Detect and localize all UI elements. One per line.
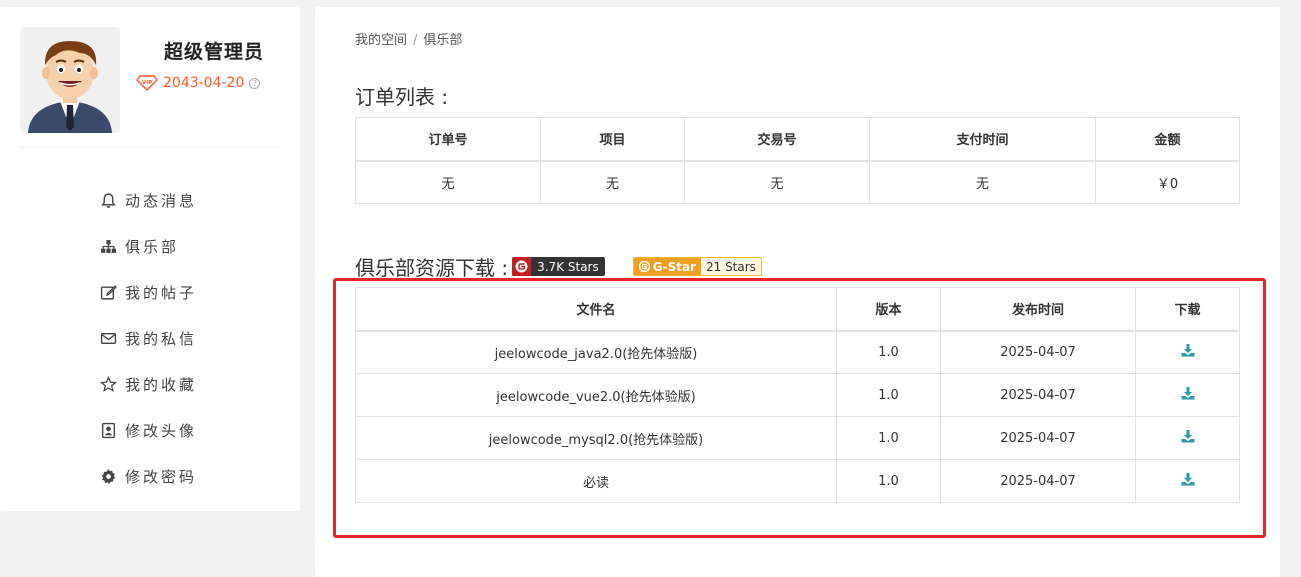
sidebar-item-label: 我的收藏	[125, 375, 198, 394]
file-name: jeelowcode_mysql2.0(抢先体验版)	[355, 416, 837, 460]
vip-status: VIP 2043-04-20 ?	[136, 73, 261, 93]
table-row: jeelowcode_java2.0(抢先体验版) 1.0 2025-04-07	[355, 330, 1240, 374]
table-cell: 无	[869, 160, 1096, 204]
table-cell: ￥0	[1095, 160, 1240, 204]
main-panel: 我的空间 / 俱乐部 订单列表 : 订单号 项目 交易号 支付时间 金额 无 无 无…	[315, 7, 1280, 577]
downloads-title-row: 俱乐部资源下载 : 3.7K Stars G-Star 21 Stars	[355, 252, 762, 281]
sidebar-item-private-messages[interactable]: 我的私信	[100, 315, 197, 361]
file-version: 1.0	[836, 373, 941, 417]
sidebar-item-club[interactable]: 俱乐部	[100, 223, 197, 269]
column-header: 订单号	[355, 117, 541, 162]
gstar-label-text: G-Star	[652, 259, 696, 274]
sidebar-item-my-posts[interactable]: 我的帖子	[100, 269, 197, 315]
download-cell	[1135, 459, 1240, 503]
file-name: jeelowcode_vue2.0(抢先体验版)	[355, 373, 837, 417]
gitee-logo-icon	[512, 257, 532, 276]
file-version: 1.0	[836, 416, 941, 460]
downloads-table: 文件名 版本 发布时间 下载 jeelowcode_java2.0(抢先体验版)…	[355, 287, 1240, 503]
sidebar-item-label: 我的帖子	[125, 283, 198, 302]
vip-expiry-date: 2043-04-20	[163, 75, 245, 91]
gear-icon	[101, 468, 116, 484]
envelope-icon	[100, 332, 117, 344]
download-cell	[1135, 330, 1240, 374]
column-header: 支付时间	[869, 117, 1096, 162]
column-header: 版本	[836, 287, 941, 332]
profile-card: 超级管理员 VIP 2043-04-20 ?	[0, 7, 300, 148]
sidebar-item-label: 修改头像	[125, 421, 198, 440]
gstar-badge[interactable]: G-Star 21 Stars	[632, 257, 762, 276]
orders-title: 订单列表 :	[355, 85, 449, 109]
download-icon[interactable]	[1181, 386, 1195, 400]
download-icon[interactable]	[1181, 472, 1195, 486]
gstar-count: 21 Stars	[700, 258, 761, 275]
breadcrumb: 我的空间 / 俱乐部	[355, 29, 462, 48]
file-date: 2025-04-07	[940, 416, 1136, 460]
column-header: 发布时间	[940, 287, 1136, 332]
table-row: 必读 1.0 2025-04-07	[355, 459, 1240, 503]
portrait-icon	[101, 422, 116, 438]
orders-table: 订单号 项目 交易号 支付时间 金额 无 无 无 无 ￥0	[355, 117, 1240, 204]
column-header: 交易号	[684, 117, 870, 162]
table-row: 无 无 无 无 ￥0	[355, 160, 1240, 204]
table-row: jeelowcode_mysql2.0(抢先体验版) 1.0 2025-04-0…	[355, 416, 1240, 460]
gitee-stars-count: 3.7K Stars	[537, 259, 599, 274]
download-cell	[1135, 416, 1240, 460]
sidebar-item-label: 我的私信	[125, 329, 198, 348]
edit-icon	[100, 284, 117, 300]
download-cell	[1135, 373, 1240, 417]
table-row: jeelowcode_vue2.0(抢先体验版) 1.0 2025-04-07	[355, 373, 1240, 417]
sidebar-item-change-password[interactable]: 修改密码	[100, 453, 197, 499]
sidebar-item-label: 动态消息	[125, 191, 198, 210]
table-cell: 无	[540, 160, 685, 204]
breadcrumb-current: 俱乐部	[423, 33, 463, 48]
column-header: 项目	[540, 117, 685, 162]
downloads-title: 俱乐部资源下载 :	[355, 256, 509, 280]
gstar-logo-icon	[638, 261, 650, 272]
sidebar-item-change-avatar[interactable]: 修改头像	[100, 407, 197, 453]
column-header: 金额	[1095, 117, 1240, 162]
vip-diamond-icon: VIP	[136, 75, 158, 91]
file-date: 2025-04-07	[940, 373, 1136, 417]
file-version: 1.0	[836, 330, 941, 374]
sitemap-icon	[101, 239, 116, 253]
sidebar-item-label: 修改密码	[125, 467, 198, 486]
download-icon[interactable]	[1181, 429, 1195, 443]
file-name: jeelowcode_java2.0(抢先体验版)	[355, 330, 837, 374]
table-header-row: 文件名 版本 发布时间 下载	[355, 287, 1240, 332]
divider	[20, 147, 280, 148]
sidebar-menu: 动态消息 俱乐部 我的帖子 我的私信 我的收藏 修改头像 修改密码	[100, 177, 197, 499]
breadcrumb-separator: /	[413, 33, 418, 48]
file-date: 2025-04-07	[940, 459, 1136, 503]
gitee-stars-badge[interactable]: 3.7K Stars	[512, 257, 605, 276]
column-header: 下载	[1135, 287, 1240, 332]
bell-icon	[101, 192, 116, 208]
help-icon[interactable]: ?	[249, 77, 261, 89]
username: 超级管理员	[164, 41, 265, 63]
file-name: 必读	[355, 459, 837, 503]
table-cell: 无	[355, 160, 541, 204]
sidebar-item-label: 俱乐部	[125, 237, 180, 256]
vip-label: VIP	[142, 80, 152, 86]
file-version: 1.0	[836, 459, 941, 503]
table-cell: 无	[684, 160, 870, 204]
breadcrumb-root[interactable]: 我的空间	[355, 33, 407, 48]
sidebar-item-favorites[interactable]: 我的收藏	[100, 361, 197, 407]
avatar[interactable]	[20, 27, 120, 133]
download-icon[interactable]	[1181, 343, 1195, 357]
gstar-label: G-Star	[633, 258, 701, 275]
star-icon	[100, 375, 117, 392]
table-header-row: 订单号 项目 交易号 支付时间 金额	[355, 117, 1240, 162]
file-date: 2025-04-07	[940, 330, 1136, 374]
sidebar: 超级管理员 VIP 2043-04-20 ? 动态消息 俱乐部 我的帖子 我的私…	[0, 7, 300, 511]
sidebar-item-messages[interactable]: 动态消息	[100, 177, 197, 223]
column-header: 文件名	[355, 287, 837, 332]
